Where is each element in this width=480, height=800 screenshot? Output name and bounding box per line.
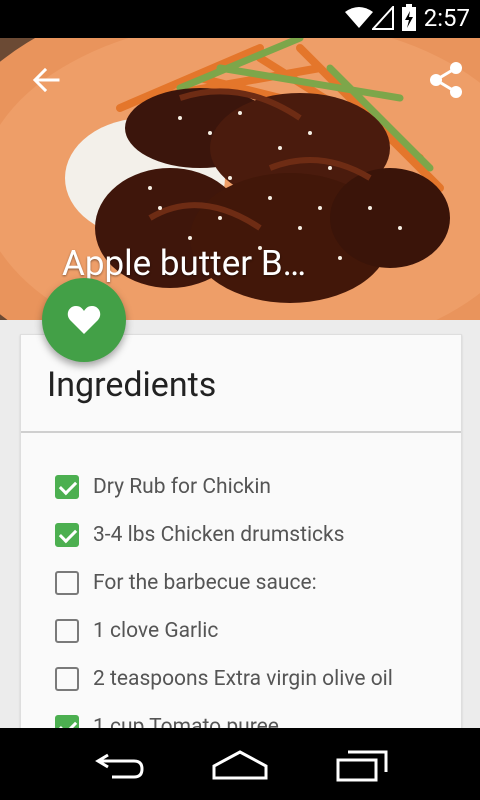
ingredient-checkbox[interactable] — [55, 523, 79, 547]
share-icon[interactable] — [426, 60, 466, 100]
ingredient-label: 2 teaspoons Extra virgin olive oil — [93, 667, 393, 691]
ingredient-item[interactable]: 3-4 lbs Chicken drumsticks — [55, 511, 445, 559]
ingredient-checkbox[interactable] — [55, 475, 79, 499]
wifi-icon — [345, 7, 373, 28]
ingredient-label: 1 clove Garlic — [93, 619, 219, 643]
clock: 2:57 — [423, 4, 470, 32]
recipe-hero-image: Apple butter B… — [0, 38, 480, 320]
heart-icon — [67, 306, 101, 334]
status-bar: 2:57 — [0, 0, 480, 38]
favorite-button[interactable] — [42, 278, 126, 362]
ingredient-item[interactable]: Dry Rub for Chickin — [55, 463, 445, 511]
ingredient-item[interactable]: 2 teaspoons Extra virgin olive oil — [55, 655, 445, 703]
battery-icon — [402, 4, 416, 31]
ingredient-label: 3-4 lbs Chicken drumsticks — [93, 523, 345, 547]
ingredients-list: Dry Rub for Chickin 3-4 lbs Chicken drum… — [55, 463, 445, 751]
ingredient-checkbox[interactable] — [55, 571, 79, 595]
ingredient-label: Dry Rub for Chickin — [93, 475, 272, 499]
ingredient-label: For the barbecue sauce: — [93, 571, 317, 595]
signal-icon — [372, 6, 394, 30]
navigation-bar — [0, 728, 480, 800]
divider — [21, 431, 461, 433]
nav-recents-icon[interactable] — [334, 748, 390, 782]
recipe-title: Apple butter B… — [62, 243, 307, 284]
ingredients-card: Ingredients Dry Rub for Chickin 3-4 lbs … — [20, 334, 462, 739]
ingredient-checkbox[interactable] — [55, 667, 79, 691]
ingredients-heading: Ingredients — [47, 365, 217, 405]
ingredient-checkbox[interactable] — [55, 619, 79, 643]
nav-home-icon[interactable] — [210, 748, 270, 782]
back-arrow-icon[interactable] — [26, 60, 66, 100]
ingredient-item[interactable]: 1 clove Garlic — [55, 607, 445, 655]
ingredient-item[interactable]: For the barbecue sauce: — [55, 559, 445, 607]
nav-back-icon[interactable] — [92, 748, 148, 782]
